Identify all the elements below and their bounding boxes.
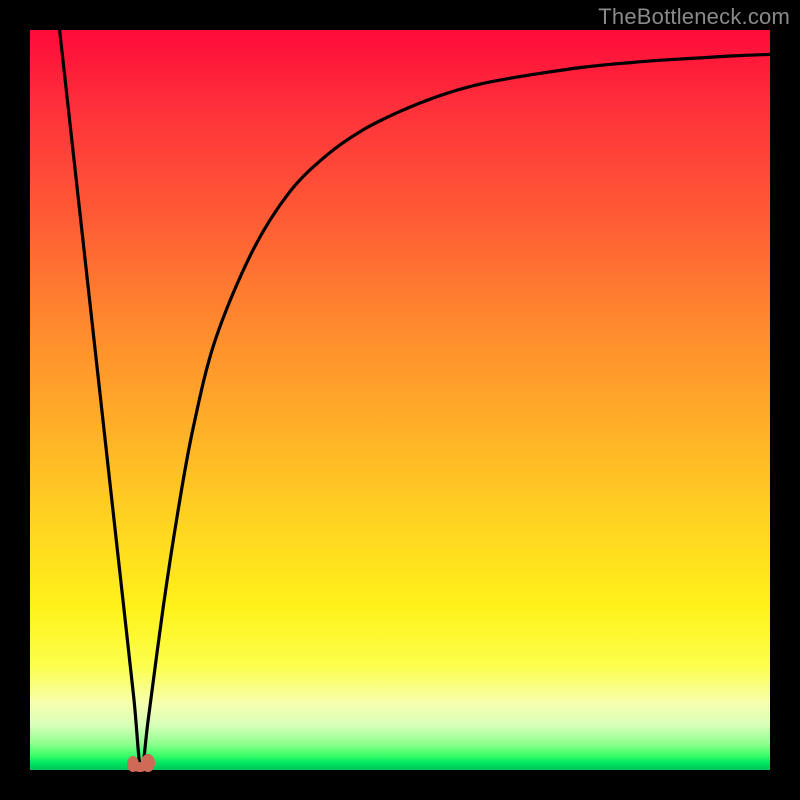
chart-frame: TheBottleneck.com xyxy=(0,0,800,800)
plot-area xyxy=(30,30,770,770)
watermark-text: TheBottleneck.com xyxy=(598,4,790,30)
bottleneck-curve xyxy=(30,30,770,770)
